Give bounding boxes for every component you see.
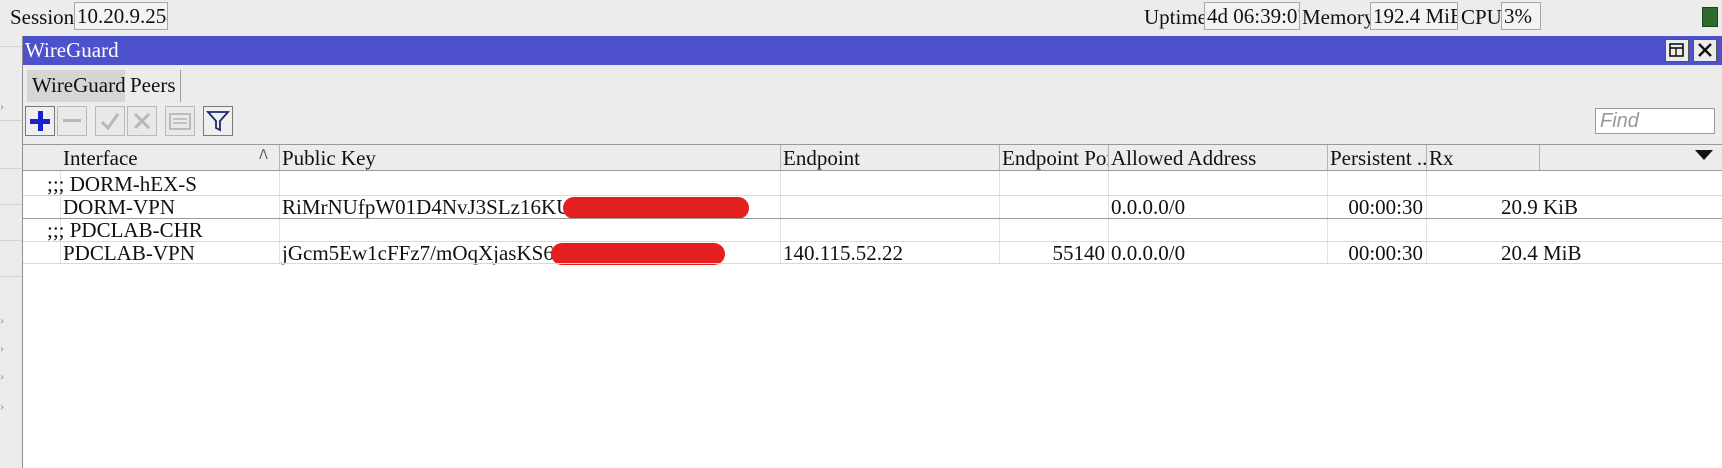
enable-button[interactable] bbox=[95, 106, 125, 136]
cpu-value: 3% bbox=[1501, 2, 1541, 30]
cell-persistent-keepalive: 00:00:30 bbox=[1348, 241, 1423, 265]
close-icon[interactable] bbox=[1693, 39, 1717, 62]
memory-label: Memory: bbox=[1302, 5, 1381, 29]
toolbar: Find bbox=[23, 104, 1722, 140]
find-input[interactable]: Find bbox=[1595, 108, 1715, 134]
cell-allowed-address: 0.0.0.0/0 bbox=[1111, 241, 1186, 265]
column-menu-icon[interactable] bbox=[1695, 150, 1713, 160]
row-comment: ;;; PDCLAB-CHR bbox=[47, 218, 203, 242]
memory-value: 192.4 MiB bbox=[1370, 2, 1458, 30]
col-persistent[interactable]: Persistent ... bbox=[1328, 145, 1426, 170]
remove-button[interactable] bbox=[57, 106, 87, 136]
cell-interface: PDCLAB-VPN bbox=[63, 241, 195, 265]
wireguard-window: WireGuard WireGuard Peers Find Interface… bbox=[22, 36, 1722, 468]
add-button[interactable] bbox=[25, 106, 55, 136]
table-row[interactable]: DORM-VPN RiMrNUfpW01D4NvJ3SLz16KUjRy 0.0… bbox=[23, 195, 1722, 219]
cell-endpoint-port: 55140 bbox=[1052, 241, 1106, 265]
col-allowed-address[interactable]: Allowed Address bbox=[1109, 145, 1327, 170]
redaction-mark bbox=[563, 197, 749, 219]
col-public-key[interactable]: Public Key bbox=[280, 145, 780, 170]
comment-icon bbox=[169, 113, 191, 130]
chevron-right-icon[interactable]: › bbox=[0, 314, 8, 326]
cell-persistent-keepalive: 00:00:30 bbox=[1348, 195, 1423, 219]
col-rx[interactable]: Rx bbox=[1427, 145, 1539, 170]
uptime-value: 4d 06:39:07 bbox=[1204, 2, 1300, 30]
redaction-mark bbox=[551, 243, 725, 265]
chevron-right-icon[interactable]: › bbox=[0, 342, 8, 354]
row-comment: ;;; DORM-hEX-S bbox=[47, 172, 197, 196]
window-title: WireGuard bbox=[25, 38, 119, 62]
cell-rx: 20.4 MiB bbox=[1501, 241, 1582, 265]
tab-bar: WireGuard Peers bbox=[23, 66, 1722, 102]
session-label: Session: bbox=[10, 5, 81, 29]
uptime-label: Uptime: bbox=[1144, 5, 1213, 29]
restore-icon[interactable] bbox=[1665, 39, 1689, 62]
add-icon bbox=[30, 111, 50, 131]
session-field: 10.20.9.254 bbox=[74, 2, 168, 30]
cell-endpoint bbox=[781, 195, 999, 219]
left-gutter: › › › › › bbox=[0, 34, 22, 468]
table-row[interactable]: PDCLAB-VPN jGcm5Ew1cFFz7/mOqXjasKS6t+ut … bbox=[23, 241, 1722, 265]
enable-icon bbox=[100, 113, 120, 131]
cell-endpoint: 140.115.52.22 bbox=[783, 241, 903, 265]
chevron-right-icon[interactable]: › bbox=[0, 370, 8, 382]
cpu-indicator bbox=[1702, 7, 1718, 27]
col-endpoint-port[interactable]: Endpoint Port bbox=[1000, 145, 1108, 170]
table-header: Interface Λ Public Key Endpoint Endpoint… bbox=[23, 145, 1722, 171]
chevron-right-icon[interactable]: › bbox=[0, 100, 8, 112]
filter-button[interactable] bbox=[203, 106, 233, 136]
tab-peers[interactable]: Peers bbox=[125, 70, 181, 102]
comment-row[interactable]: ;;; PDCLAB-CHR bbox=[23, 218, 1722, 242]
tab-wireguard[interactable]: WireGuard bbox=[27, 70, 126, 102]
comment-button[interactable] bbox=[165, 106, 195, 136]
status-bar: Session: 10.20.9.254 Uptime: 4d 06:39:07… bbox=[0, 0, 1722, 34]
col-endpoint[interactable]: Endpoint bbox=[781, 145, 999, 170]
filter-icon bbox=[205, 111, 231, 132]
cell-allowed-address: 0.0.0.0/0 bbox=[1111, 195, 1186, 219]
chevron-right-icon[interactable]: › bbox=[0, 400, 8, 412]
window-titlebar[interactable]: WireGuard bbox=[23, 36, 1722, 65]
cell-rx: 20.9 KiB bbox=[1501, 195, 1579, 219]
cell-interface: DORM-VPN bbox=[63, 195, 176, 219]
disable-icon bbox=[133, 112, 151, 130]
remove-icon bbox=[63, 119, 81, 122]
sort-asc-icon: Λ bbox=[259, 148, 268, 163]
cell-endpoint-port bbox=[1000, 195, 1108, 219]
disable-button[interactable] bbox=[127, 106, 157, 136]
comment-row[interactable]: ;;; DORM-hEX-S bbox=[23, 172, 1722, 196]
col-interface[interactable]: Interface bbox=[61, 145, 279, 170]
peers-table: Interface Λ Public Key Endpoint Endpoint… bbox=[23, 144, 1722, 468]
